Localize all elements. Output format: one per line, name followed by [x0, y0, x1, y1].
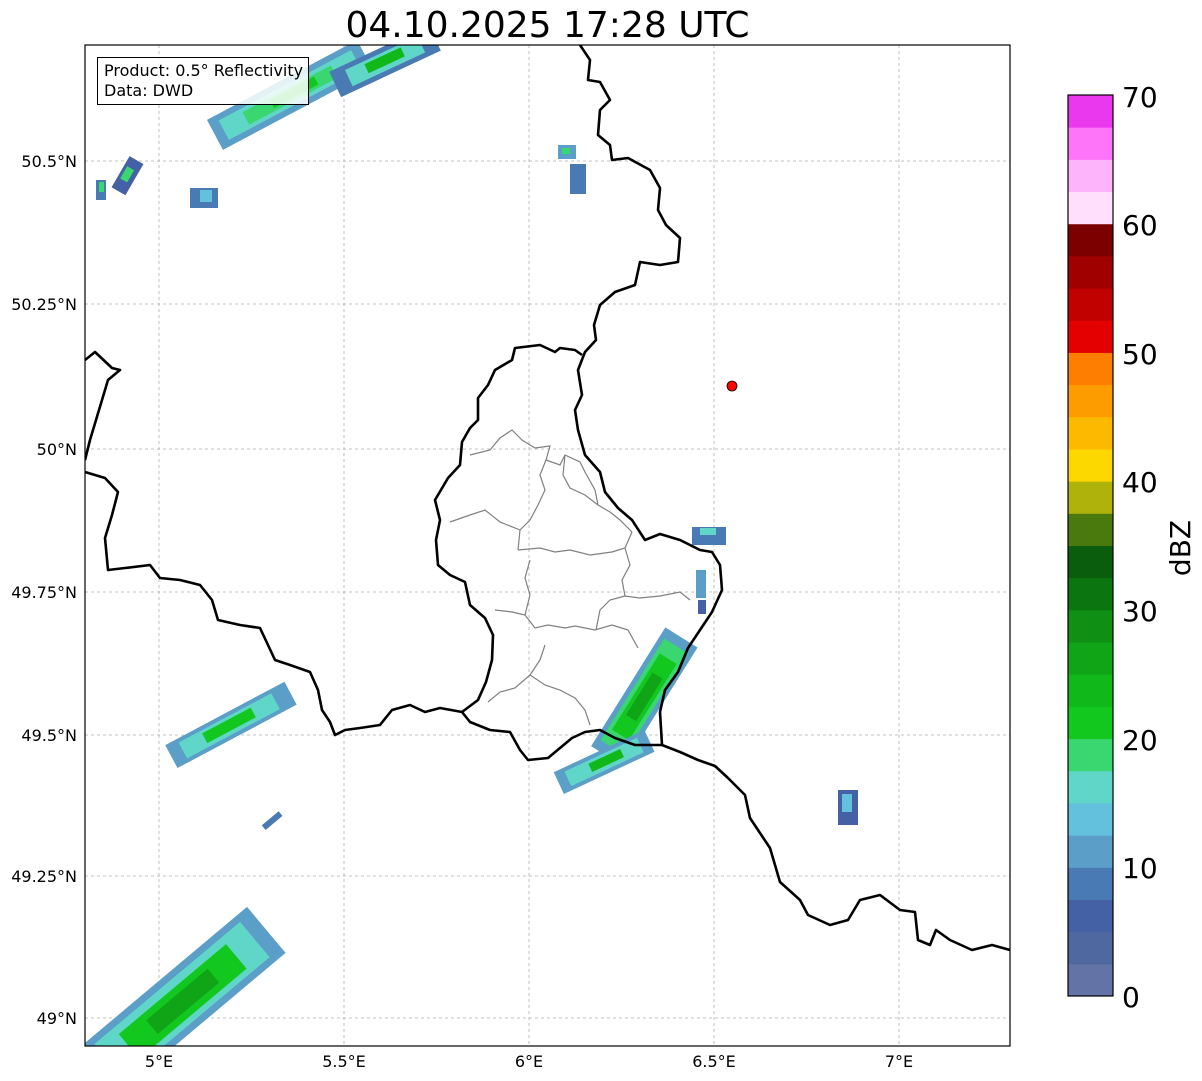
colorbar [1068, 95, 1113, 997]
colorbar-segment [1068, 255, 1113, 289]
colorbar-tick-label: 60 [1122, 209, 1158, 242]
colorbar-segment [1068, 352, 1113, 386]
radar-echoes [85, 45, 858, 1046]
colorbar-tick-label: 20 [1122, 724, 1158, 757]
colorbar-segment [1068, 867, 1113, 900]
colorbar-segment [1068, 899, 1113, 933]
colorbar-tick-label: 40 [1122, 466, 1158, 499]
colorbar-segment [1068, 320, 1113, 353]
colorbar-tick-label: 10 [1122, 852, 1158, 885]
radar-site-marker [726, 380, 738, 392]
info-data-source: Data: DWD [104, 81, 194, 100]
colorbar-segment [1068, 223, 1113, 257]
colorbar-tick-label: 0 [1122, 981, 1140, 1014]
radar-map: 5°E 5.5°E 6°E 6.5°E 7°E 50.5°N 50.25°N 5… [11, 44, 1197, 1071]
colorbar-segment [1068, 609, 1113, 643]
info-box: Product: 0.5° Reflectivity Data: DWD [97, 57, 310, 105]
colorbar-segment [1068, 931, 1113, 965]
colorbar-tick-label: 50 [1122, 338, 1158, 371]
y-tick-label: 49.25°N [11, 867, 77, 886]
colorbar-tick-label: 30 [1122, 595, 1158, 628]
colorbar-segment [1068, 770, 1113, 804]
x-tick-labels: 5°E 5.5°E 6°E 6.5°E 7°E [145, 1052, 913, 1071]
info-product: Product: 0.5° Reflectivity [104, 61, 304, 80]
x-tick-label: 6.5°E [692, 1052, 736, 1071]
y-tick-label: 49°N [37, 1009, 77, 1028]
colorbar-segment [1068, 288, 1113, 321]
colorbar-segment [1068, 95, 1113, 128]
x-tick-label: 5°E [145, 1052, 173, 1071]
y-tick-label: 50.25°N [11, 295, 77, 314]
colorbar-segment [1068, 674, 1113, 707]
x-tick-label: 5.5°E [322, 1052, 366, 1071]
colorbar-tick-label: 70 [1122, 81, 1158, 114]
x-tick-label: 6°E [515, 1052, 543, 1071]
colorbar-segment [1068, 513, 1113, 546]
colorbar-segment [1068, 481, 1113, 514]
colorbar-segment [1068, 416, 1113, 450]
colorbar-segment [1068, 963, 1113, 997]
colorbar-segment [1068, 642, 1113, 675]
y-tick-label: 49.5°N [21, 726, 77, 745]
country-borders [85, 45, 1010, 952]
colorbar-segment [1068, 384, 1113, 418]
colorbar-segment [1068, 706, 1113, 740]
y-tick-label: 50.5°N [21, 152, 77, 171]
x-tick-label: 7°E [885, 1052, 913, 1071]
colorbar-label: dBZ [1164, 520, 1197, 576]
colorbar-segment [1068, 738, 1113, 772]
colorbar-segment [1068, 191, 1113, 225]
y-tick-label: 49.75°N [11, 583, 77, 602]
colorbar-segment [1068, 577, 1113, 611]
colorbar-segment [1068, 448, 1113, 482]
y-tick-label: 50°N [37, 440, 77, 459]
colorbar-ticks: 0 10 20 30 40 50 60 70 [1122, 81, 1158, 1014]
y-tick-labels: 50.5°N 50.25°N 50°N 49.75°N 49.5°N 49.25… [11, 152, 77, 1028]
colorbar-segment [1068, 127, 1113, 160]
colorbar-segment [1068, 545, 1113, 579]
colorbar-segment [1068, 159, 1113, 193]
colorbar-segment [1068, 802, 1113, 836]
colorbar-segment [1068, 835, 1113, 868]
